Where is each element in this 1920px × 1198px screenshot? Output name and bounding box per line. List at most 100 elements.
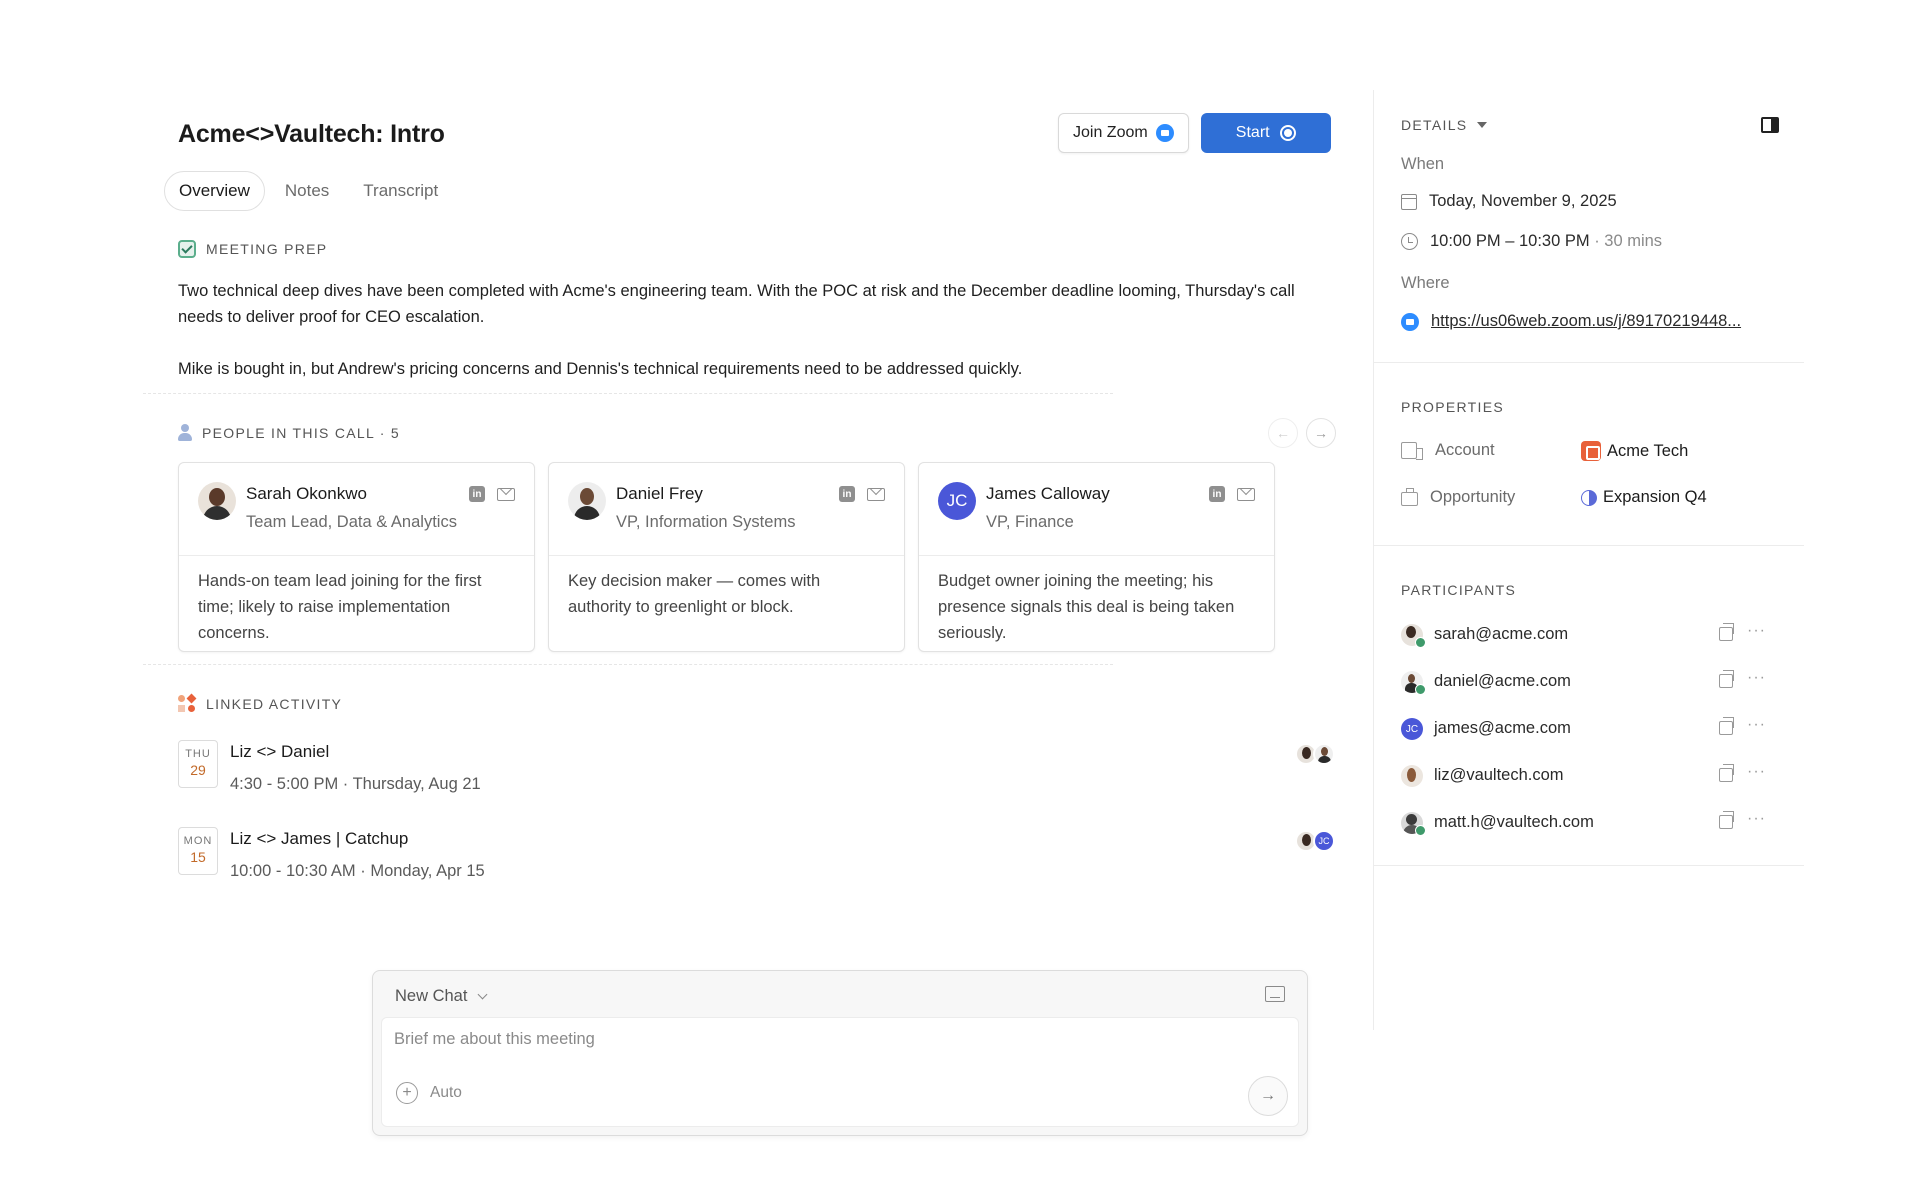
participant-email: liz@vaultech.com [1434,766,1564,784]
section-divider [1374,545,1804,546]
activity-item[interactable]: MON 15 Liz <> James | Catchup 10:00 - 10… [178,827,1335,887]
participant-row[interactable]: daniel@acme.com ··· [1401,669,1781,695]
sidebar-toggle-icon[interactable] [1761,117,1779,133]
people-carousel-nav: ← → [1268,418,1336,448]
arrow-right-icon[interactable]: → [1306,418,1336,448]
page-title: Acme<>Vaultech: Intro [178,120,445,148]
tab-transcript[interactable]: Transcript [349,171,452,211]
linkedin-icon[interactable]: in [1209,486,1225,502]
opportunity-name: Expansion Q4 [1603,488,1707,506]
check-icon [1415,825,1426,836]
mail-icon[interactable] [497,487,515,501]
more-icon[interactable]: ··· [1747,810,1766,828]
more-icon[interactable]: ··· [1747,669,1766,687]
tab-bar: Overview Notes Transcript [164,171,452,211]
check-icon [1415,637,1426,648]
participant-row[interactable]: liz@vaultech.com ··· [1401,763,1781,789]
linkedin-icon[interactable]: in [839,486,855,502]
meeting-time: 10:00 PM – 10:30 PM · 30 mins [1401,232,1662,251]
chat-input[interactable] [394,1030,1194,1049]
stage-icon [1581,489,1597,506]
minimize-icon[interactable] [1265,986,1285,1002]
account-label: Account [1435,441,1495,459]
linked-activity-heading: LINKED ACTIVITY [178,693,342,713]
mail-icon[interactable] [867,487,885,501]
chat-title: New Chat [395,987,468,1005]
participant-row[interactable]: JC james@acme.com ··· [1401,716,1781,742]
opportunity-value[interactable]: Expansion Q4 [1581,488,1707,507]
property-account: Account Acme Tech [1401,441,1781,465]
zoom-icon [1155,124,1174,142]
more-icon[interactable]: ··· [1747,622,1766,640]
model-mode[interactable]: Auto [430,1084,462,1102]
chat-composer: + Auto → [381,1017,1299,1127]
property-key: Account [1401,441,1495,460]
activity-title: Liz <> James | Catchup [230,829,409,848]
people-heading: PEOPLE IN THIS CALL · 5 [178,424,400,442]
send-button[interactable]: → [1248,1076,1288,1116]
account-value[interactable]: Acme Tech [1581,441,1688,461]
avatar [198,482,236,520]
details-heading[interactable]: DETAILS [1401,117,1488,133]
copy-icon[interactable] [1719,623,1734,641]
when-label: When [1401,155,1445,173]
more-icon[interactable]: ··· [1747,763,1766,781]
person-role: Team Lead, Data & Analytics [246,513,457,531]
person-card[interactable]: Daniel Frey VP, Information Systems in K… [548,462,905,652]
date-badge: MON 15 [178,827,218,875]
clock-icon [1401,233,1418,250]
date-badge-day: 29 [190,762,206,778]
avatar: JC [1313,830,1335,852]
zoom-link[interactable]: https://us06web.zoom.us/j/89170219448... [1431,312,1766,331]
briefcase-icon [1401,488,1418,506]
more-icon[interactable]: ··· [1747,716,1766,734]
person-card-header: Sarah Okonkwo Team Lead, Data & Analytic… [179,463,534,556]
person-card-header: JC James Calloway VP, Finance in [919,463,1274,556]
tab-notes[interactable]: Notes [271,171,343,211]
person-description: Budget owner joining the meeting; his pr… [938,572,1235,642]
property-key: Opportunity [1401,488,1515,507]
check-icon [1415,684,1426,695]
account-name: Acme Tech [1607,441,1689,460]
copy-icon[interactable] [1719,764,1734,782]
activity-icon [178,693,197,713]
participant-email: sarah@acme.com [1434,625,1569,643]
prep-paragraph: Two technical deep dives have been compl… [178,282,1295,326]
duration-text: · 30 mins [1589,232,1663,250]
participant-row[interactable]: matt.h@vaultech.com ··· [1401,810,1781,836]
arrow-left-icon[interactable]: ← [1268,418,1298,448]
person-icon [178,424,192,442]
participant-row[interactable]: sarah@acme.com ··· [1401,622,1781,648]
person-card-actions: in [1209,486,1255,502]
tab-overview[interactable]: Overview [164,171,265,211]
copy-icon[interactable] [1719,717,1734,735]
avatar: JC [938,482,976,520]
meeting-location: https://us06web.zoom.us/j/89170219448... [1401,312,1766,331]
person-name: Daniel Frey [616,484,703,503]
meeting-date: Today, November 9, 2025 [1401,192,1617,211]
checklist-icon [178,240,196,258]
person-card[interactable]: JC James Calloway VP, Finance in Budget … [918,462,1275,652]
person-card-header: Daniel Frey VP, Information Systems in [549,463,904,556]
activity-item[interactable]: THU 29 Liz <> Daniel 4:30 - 5:00 PM · Th… [178,740,1335,800]
person-description: Key decision maker — comes with authorit… [568,572,821,616]
avatar [568,482,606,520]
copy-icon[interactable] [1719,670,1734,688]
person-card[interactable]: Sarah Okonkwo Team Lead, Data & Analytic… [178,462,535,652]
avatar [1313,743,1335,765]
mail-icon[interactable] [1237,487,1255,501]
plus-icon[interactable]: + [396,1082,418,1104]
join-zoom-button[interactable]: Join Zoom [1058,113,1189,153]
join-zoom-label: Join Zoom [1073,124,1148,141]
participants-label: PARTICIPANTS [1401,582,1517,598]
chevron-down-icon [478,989,488,1000]
linkedin-icon[interactable]: in [469,486,485,502]
start-button[interactable]: Start [1200,113,1331,153]
copy-icon[interactable] [1719,811,1734,829]
date-badge-weekday: THU [185,748,211,760]
chat-selector[interactable]: New Chat [395,987,488,1006]
details-label: DETAILS [1401,117,1468,133]
building-icon [1401,442,1423,460]
meeting-prep-text: Two technical deep dives have been compl… [178,278,1338,382]
top-actions: Join Zoom Start [1058,113,1331,153]
